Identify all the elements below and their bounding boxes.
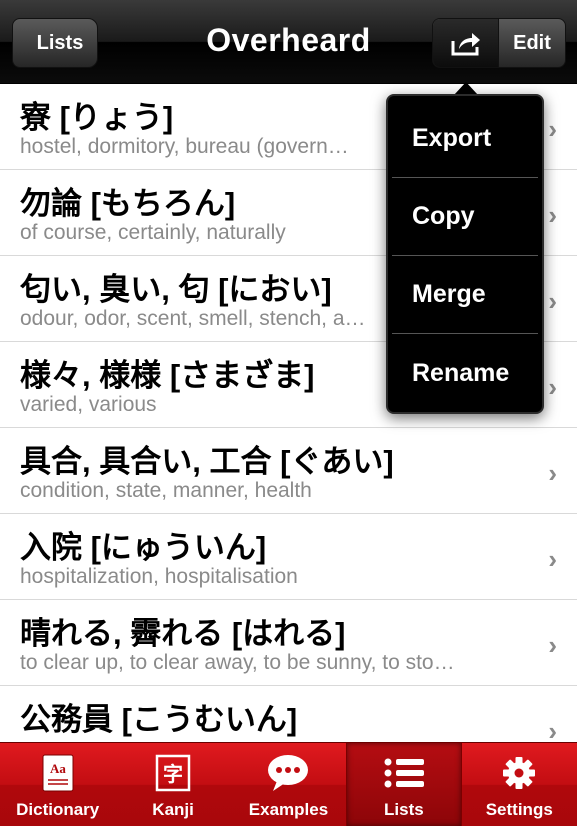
list-item-term: 匂い, 臭い, 匂 [におい] [20, 272, 332, 307]
chevron-right-icon: › [548, 286, 557, 316]
gear-icon [503, 757, 536, 789]
list-item[interactable]: 具合, 具合い, 工合 [ぐあい] condition, state, mann… [0, 428, 577, 514]
tab-examples-label: Examples [248, 800, 329, 819]
list-item-gloss: hospitalization, hospitalisation [20, 565, 298, 588]
list-item-term: 勿論 [もちろん] [20, 186, 236, 221]
list-item[interactable]: 公務員 [こうむいん] › [0, 686, 577, 742]
navigation-bar: Lists Overheard Edit [0, 0, 577, 84]
export-menu-item[interactable]: Export [392, 100, 538, 178]
copy-menu-item[interactable]: Copy [392, 178, 538, 256]
list-item-term: 公務員 [こうむいん] [20, 702, 298, 737]
list-item-term: 様々, 様様 [さまざま] [20, 358, 315, 393]
tab-kanji-label: Kanji [152, 800, 194, 819]
chevron-right-icon: › [548, 630, 557, 660]
share-button[interactable] [433, 19, 499, 67]
nav-actions: Edit [432, 18, 566, 68]
tab-settings[interactable]: Settings [462, 743, 577, 826]
list-item-gloss: condition, state, manner, health [20, 479, 312, 502]
tab-examples[interactable]: Examples [231, 743, 346, 826]
tab-settings-label: Settings [485, 800, 553, 819]
chevron-right-icon: › [548, 544, 557, 574]
merge-menu-item[interactable]: Merge [392, 256, 538, 334]
dictionary-icon: Aa [42, 754, 74, 792]
tab-kanji[interactable]: 字 Kanji [115, 743, 230, 826]
share-popover-menu: Export Copy Merge Rename [386, 94, 544, 414]
list-item-gloss: to clear up, to clear away, to be sunny,… [20, 651, 455, 674]
svg-text:字: 字 [163, 762, 183, 786]
edit-button[interactable]: Edit [499, 19, 565, 67]
chevron-right-icon: › [548, 200, 557, 230]
tab-dictionary-label: Dictionary [16, 800, 100, 819]
speech-bubble-icon [268, 755, 309, 791]
tab-lists[interactable]: Lists [346, 743, 462, 826]
rename-menu-item[interactable]: Rename [392, 334, 538, 412]
list-item[interactable]: 晴れる, 霽れる [はれる] to clear up, to clear awa… [0, 600, 577, 686]
list-item-term: 具合, 具合い, 工合 [ぐあい] [20, 444, 394, 479]
list-item-term: 晴れる, 霽れる [はれる] [20, 616, 346, 651]
list-item[interactable]: 入院 [にゅういん] hospitalization, hospitalisat… [0, 514, 577, 600]
list-item-term: 寮 [りょう] [20, 100, 174, 135]
share-icon [451, 33, 480, 56]
list-item-term: 入院 [にゅういん] [20, 530, 267, 565]
chevron-right-icon: › [548, 372, 557, 402]
kanji-icon: 字 [155, 754, 191, 792]
list-icon [384, 758, 424, 788]
tab-dictionary[interactable]: Aa Dictionary [0, 743, 115, 826]
tab-bar: Aa Dictionary 字 Kanji Examples Lists Set… [0, 742, 577, 826]
chevron-right-icon: › [548, 114, 557, 144]
chevron-right-icon: › [548, 458, 557, 488]
chevron-right-icon: › [548, 716, 557, 742]
svg-text:Aa: Aa [50, 761, 66, 776]
tab-lists-label: Lists [384, 800, 424, 819]
